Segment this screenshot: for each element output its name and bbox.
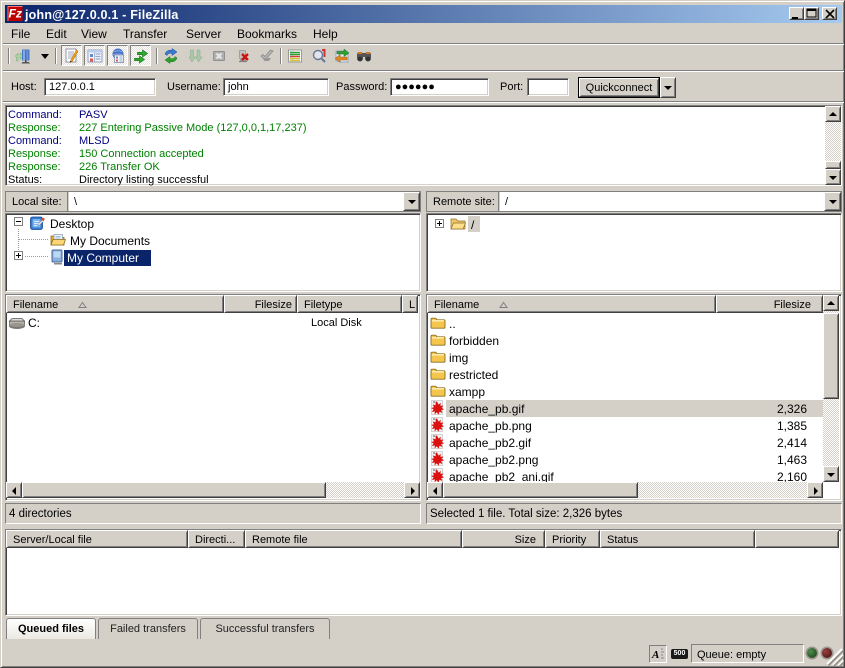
svg-text:Fz: Fz bbox=[8, 7, 22, 21]
svg-text:A: A bbox=[651, 649, 659, 661]
